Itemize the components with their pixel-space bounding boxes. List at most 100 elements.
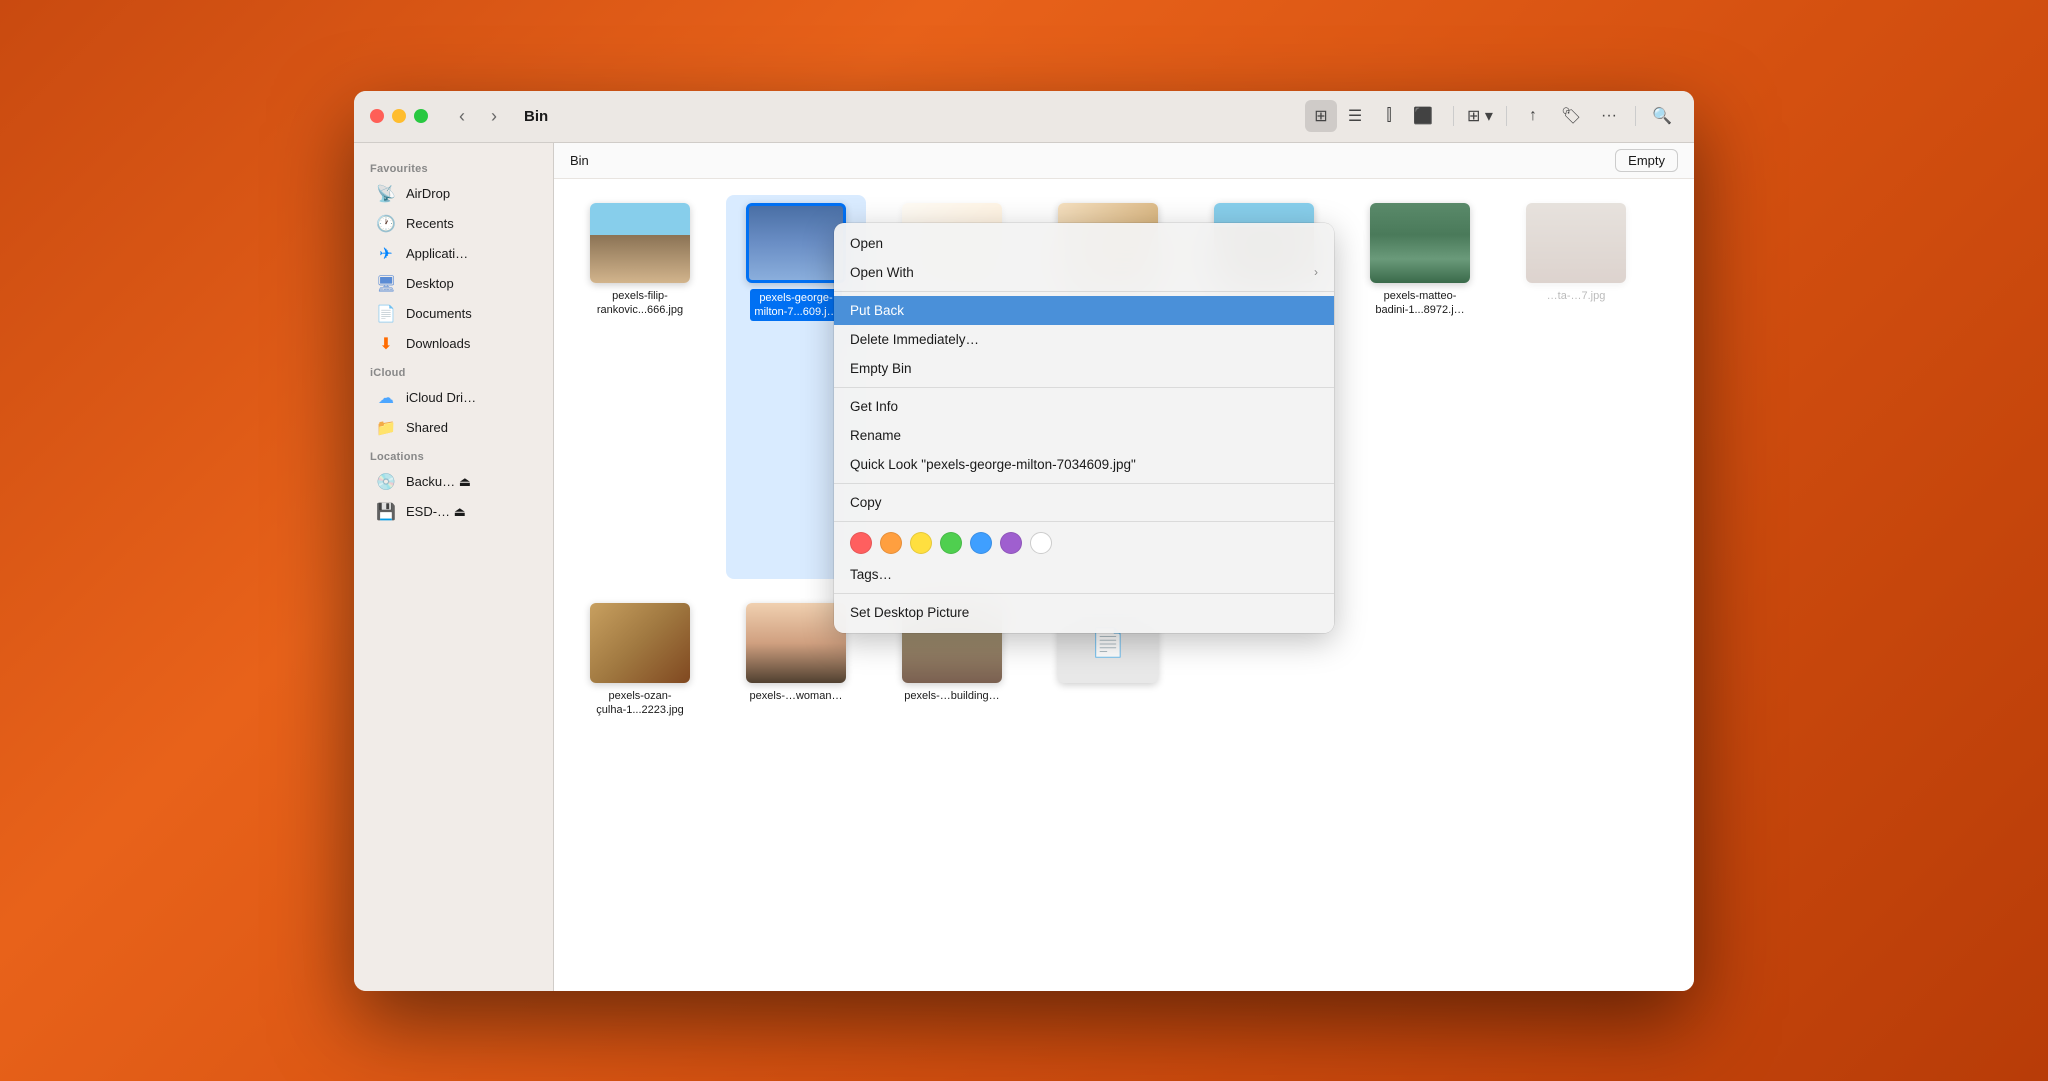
sidebar-section-favourites: Favourites: [354, 155, 553, 179]
sidebar-item-label-desktop: Desktop: [406, 276, 454, 291]
ctx-delete[interactable]: Delete Immediately…: [834, 325, 1334, 354]
main-content: Favourites 📡 AirDrop 🕐 Recents ✈ Applica…: [354, 143, 1694, 991]
breadcrumb-text: Bin: [570, 153, 589, 168]
file-label-6: pexels-matteo-badini-1...8972.j…: [1375, 289, 1464, 318]
ctx-separator-5: [834, 593, 1334, 594]
group-button[interactable]: ⊞ ▾: [1464, 100, 1496, 132]
desktop-icon: 🖥: [376, 274, 396, 294]
toolbar-right: ⊞ ☰ ⫿ ⬛ ⊞ ▾ ↑ 🏷 ··· 🔍: [1305, 100, 1678, 132]
ctx-open-with[interactable]: Open With ›: [834, 258, 1334, 287]
sidebar-item-recents[interactable]: 🕐 Recents: [360, 209, 547, 239]
share-button[interactable]: ↑: [1517, 100, 1549, 132]
color-dot-none[interactable]: [1030, 532, 1052, 554]
file-thumb-2: [746, 203, 846, 283]
ctx-open-label: Open: [850, 236, 883, 251]
more-button[interactable]: ···: [1593, 100, 1625, 132]
backup-icon: 💿: [376, 472, 396, 492]
applications-icon: ✈: [376, 244, 396, 264]
sidebar-item-desktop[interactable]: 🖥 Desktop: [360, 269, 547, 299]
sidebar-item-label-esd: ESD-… ⏏: [406, 504, 466, 520]
sidebar-item-label-applications: Applicati…: [406, 246, 468, 261]
sidebar-item-label-icloud: iCloud Dri…: [406, 390, 476, 405]
sidebar-section-locations: Locations: [354, 443, 553, 467]
sidebar-item-documents[interactable]: 📄 Documents: [360, 299, 547, 329]
toolbar-separator-1: [1453, 106, 1454, 126]
ctx-separator-2: [834, 387, 1334, 388]
view-columns-button[interactable]: ⫿: [1373, 100, 1405, 132]
ctx-rename-label: Rename: [850, 428, 901, 443]
ctx-empty-bin[interactable]: Empty Bin: [834, 354, 1334, 383]
ctx-get-info[interactable]: Get Info: [834, 392, 1334, 421]
ctx-open[interactable]: Open: [834, 229, 1334, 258]
documents-icon: 📄: [376, 304, 396, 324]
ctx-quick-look[interactable]: Quick Look "pexels-george-milton-7034609…: [834, 450, 1334, 479]
sidebar-item-downloads[interactable]: ⬇ Downloads: [360, 329, 547, 359]
ctx-tags-label: Tags…: [850, 567, 892, 582]
file-thumb-6: [1370, 203, 1470, 283]
file-item-9[interactable]: pexels-…woman…: [726, 595, 866, 975]
context-menu: Open Open With › Put Back Delete Immedia…: [834, 223, 1334, 633]
ctx-separator-3: [834, 483, 1334, 484]
file-item-1[interactable]: pexels-filip-rankovic...666.jpg: [570, 195, 710, 579]
color-dot-red[interactable]: [850, 532, 872, 554]
minimize-button[interactable]: [392, 109, 406, 123]
search-button[interactable]: 🔍: [1646, 100, 1678, 132]
ctx-get-info-label: Get Info: [850, 399, 898, 414]
sidebar-item-airdrop[interactable]: 📡 AirDrop: [360, 179, 547, 209]
color-dot-orange[interactable]: [880, 532, 902, 554]
color-dot-green[interactable]: [940, 532, 962, 554]
color-dot-purple[interactable]: [1000, 532, 1022, 554]
file-thumb-8: [590, 603, 690, 683]
file-item-11[interactable]: 📄: [1038, 595, 1178, 975]
traffic-lights: [370, 109, 428, 123]
recents-icon: 🕐: [376, 214, 396, 234]
color-dot-yellow[interactable]: [910, 532, 932, 554]
close-button[interactable]: [370, 109, 384, 123]
sidebar-item-shared[interactable]: 📁 Shared: [360, 413, 547, 443]
file-label-9: pexels-…woman…: [750, 689, 843, 703]
ctx-copy[interactable]: Copy: [834, 488, 1334, 517]
fullscreen-button[interactable]: [414, 109, 428, 123]
window-title: Bin: [524, 108, 548, 125]
ctx-put-back[interactable]: Put Back: [834, 296, 1334, 325]
file-item-7[interactable]: …ta-…7.jpg: [1506, 195, 1646, 579]
sidebar-item-backup[interactable]: 💿 Backu… ⏏: [360, 467, 547, 497]
finder-window: ‹ › Bin ⊞ ☰ ⫿ ⬛ ⊞ ▾ ↑ 🏷 ··· 🔍 Favourites: [354, 91, 1694, 991]
sidebar-item-label-shared: Shared: [406, 420, 448, 435]
file-label-2: pexels-george-milton-7...609.j…: [750, 289, 841, 322]
sidebar: Favourites 📡 AirDrop 🕐 Recents ✈ Applica…: [354, 143, 554, 991]
sidebar-item-icloud-drive[interactable]: ☁ iCloud Dri…: [360, 383, 547, 413]
forward-button[interactable]: ›: [480, 102, 508, 130]
file-thumb-9: [746, 603, 846, 683]
toolbar-separator-2: [1506, 106, 1507, 126]
sidebar-section-icloud: iCloud: [354, 359, 553, 383]
tag-button[interactable]: 🏷: [1555, 100, 1587, 132]
file-thumb-7: [1526, 203, 1626, 283]
nav-buttons: ‹ ›: [448, 102, 508, 130]
ctx-set-desktop[interactable]: Set Desktop Picture: [834, 598, 1334, 627]
sidebar-item-esd[interactable]: 💾 ESD-… ⏏: [360, 497, 547, 527]
view-gallery-button[interactable]: ⬛: [1407, 100, 1439, 132]
color-dot-blue[interactable]: [970, 532, 992, 554]
back-button[interactable]: ‹: [448, 102, 476, 130]
ctx-delete-label: Delete Immediately…: [850, 332, 979, 347]
ctx-set-desktop-label: Set Desktop Picture: [850, 605, 969, 620]
view-controls: ⊞ ☰ ⫿ ⬛: [1305, 100, 1439, 132]
ctx-put-back-label: Put Back: [850, 303, 904, 318]
ctx-open-with-label: Open With: [850, 265, 914, 280]
ctx-tags[interactable]: Tags…: [834, 560, 1334, 589]
ctx-rename[interactable]: Rename: [834, 421, 1334, 450]
sidebar-item-applications[interactable]: ✈ Applicati…: [360, 239, 547, 269]
icloud-icon: ☁: [376, 388, 396, 408]
file-item-6[interactable]: pexels-matteo-badini-1...8972.j…: [1350, 195, 1490, 579]
empty-button[interactable]: Empty: [1615, 149, 1678, 172]
airdrop-icon: 📡: [376, 184, 396, 204]
ctx-empty-bin-label: Empty Bin: [850, 361, 912, 376]
downloads-icon: ⬇: [376, 334, 396, 354]
view-list-button[interactable]: ☰: [1339, 100, 1371, 132]
file-item-10[interactable]: pexels-…building…: [882, 595, 1022, 975]
view-grid-button[interactable]: ⊞: [1305, 100, 1337, 132]
esd-icon: 💾: [376, 502, 396, 522]
file-item-8[interactable]: pexels-ozan-çulha-1...2223.jpg: [570, 595, 710, 975]
sidebar-item-label-documents: Documents: [406, 306, 472, 321]
